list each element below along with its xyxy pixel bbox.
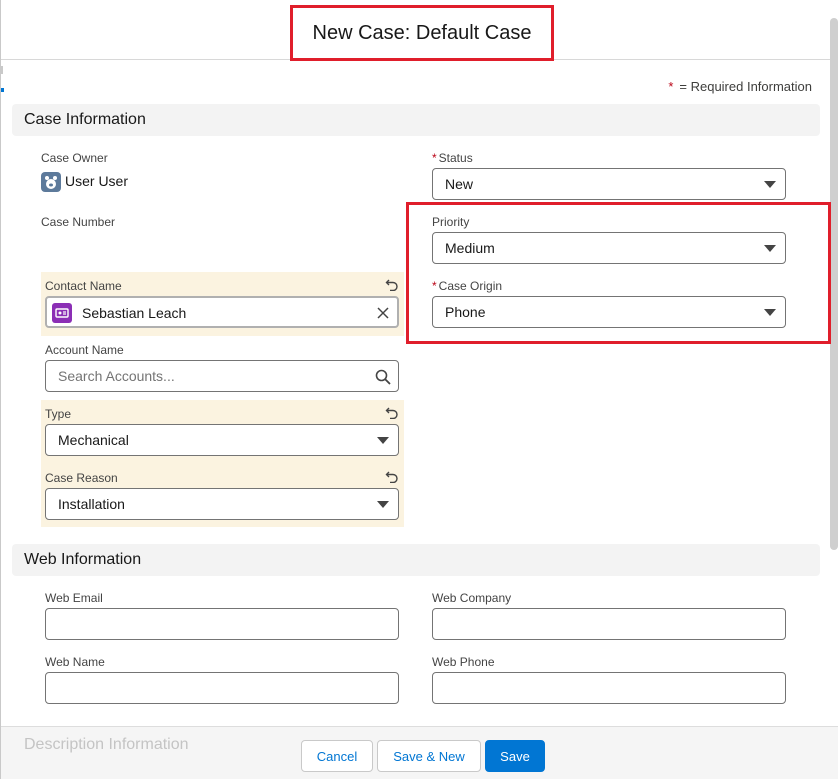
case-number-label: Case Number <box>41 215 116 229</box>
section-title: Case Information <box>24 111 146 128</box>
chevron-down-icon <box>764 181 776 188</box>
section-title: Web Information <box>24 551 142 568</box>
account-name-lookup[interactable] <box>45 360 399 392</box>
contact-card-icon <box>52 303 72 323</box>
priority-origin-highlight-box <box>406 202 831 344</box>
case-reason-select[interactable]: Installation <box>45 488 399 520</box>
chevron-down-icon <box>377 501 389 508</box>
web-phone-label: Web Phone <box>432 655 495 669</box>
web-phone-field[interactable] <box>432 672 786 704</box>
account-name-label: Account Name <box>45 343 124 357</box>
modal-header: New Case: Default Case <box>1 0 838 61</box>
web-name-label: Web Name <box>45 655 105 669</box>
web-company-label: Web Company <box>432 591 512 605</box>
section-web-information[interactable]: Web Information <box>12 544 820 576</box>
modal-title: New Case: Default Case <box>312 21 532 44</box>
contact-name-value: Sebastian Leach <box>82 305 187 321</box>
case-reason-value: Installation <box>58 496 125 512</box>
type-select[interactable]: Mechanical <box>45 424 399 456</box>
contact-name-label: Contact Name <box>45 279 122 293</box>
web-email-field[interactable] <box>45 608 399 640</box>
save-button[interactable]: Save <box>485 740 545 772</box>
save-and-new-button[interactable]: Save & New <box>377 740 481 772</box>
clear-icon[interactable] <box>377 307 389 319</box>
undo-icon[interactable] <box>385 405 399 419</box>
web-company-field[interactable] <box>432 608 786 640</box>
left-edge-marker <box>1 66 4 92</box>
web-name-input[interactable] <box>46 673 398 703</box>
title-highlight-box: New Case: Default Case <box>290 5 554 61</box>
cancel-button[interactable]: Cancel <box>301 740 373 772</box>
web-phone-input[interactable] <box>433 673 785 703</box>
type-value: Mechanical <box>58 432 129 448</box>
section-case-information[interactable]: Case Information <box>12 104 820 136</box>
new-case-modal: New Case: Default Case * = Required Infor… <box>0 0 838 779</box>
user-avatar-icon <box>41 172 61 192</box>
type-label: Type <box>45 407 72 421</box>
status-value: New <box>445 176 474 192</box>
search-icon <box>375 369 391 385</box>
case-owner-value[interactable]: User User <box>65 173 128 189</box>
case-reason-label: Case Reason <box>45 471 118 485</box>
section-description-information: Description Information <box>24 736 189 753</box>
web-email-input[interactable] <box>46 609 398 639</box>
case-owner-label: Case Owner <box>41 151 108 165</box>
scrollbar[interactable] <box>830 18 838 550</box>
web-name-field[interactable] <box>45 672 399 704</box>
web-email-label: Web Email <box>45 591 103 605</box>
web-company-input[interactable] <box>433 609 785 639</box>
required-information-note: * = Required Information <box>668 79 812 94</box>
chevron-down-icon <box>377 437 389 444</box>
undo-icon[interactable] <box>385 277 399 291</box>
status-select[interactable]: New <box>432 168 786 200</box>
undo-icon[interactable] <box>385 469 399 483</box>
account-search-input[interactable] <box>46 361 398 391</box>
status-label: * Status <box>432 151 473 165</box>
contact-name-lookup[interactable]: Sebastian Leach <box>45 296 399 328</box>
